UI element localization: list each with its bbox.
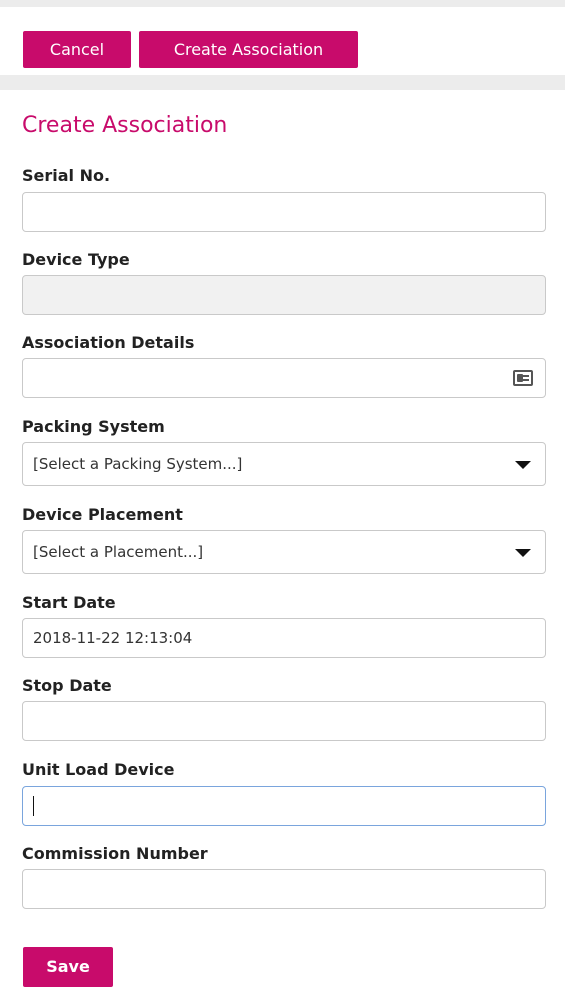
page-title: Create Association (22, 113, 228, 138)
serial-no-input[interactable] (22, 192, 546, 232)
start-date-label: Start Date (22, 593, 116, 612)
save-button[interactable]: Save (23, 947, 113, 987)
toolbar-separator (0, 75, 565, 90)
stop-date-label: Stop Date (22, 676, 112, 695)
packing-system-select[interactable]: [Select a Packing System...] (22, 442, 546, 486)
association-details-label: Association Details (22, 333, 195, 352)
unit-load-device-label: Unit Load Device (22, 760, 175, 779)
text-cursor (33, 796, 34, 816)
stop-date-input[interactable] (22, 701, 546, 741)
device-type-input (22, 275, 546, 315)
cancel-button[interactable]: Cancel (23, 31, 131, 68)
caret-down-icon (515, 549, 531, 557)
packing-system-label: Packing System (22, 417, 165, 436)
device-placement-label: Device Placement (22, 505, 183, 524)
create-association-button[interactable]: Create Association (139, 31, 358, 68)
unit-load-device-input[interactable] (22, 786, 546, 826)
id-card-icon[interactable] (513, 370, 533, 386)
commission-number-label: Commission Number (22, 844, 208, 863)
packing-system-selected: [Select a Packing System...] (33, 455, 243, 473)
device-type-label: Device Type (22, 250, 130, 269)
serial-no-label: Serial No. (22, 166, 111, 185)
device-placement-select[interactable]: [Select a Placement...] (22, 530, 546, 574)
start-date-input[interactable]: 2018-11-22 12:13:04 (22, 618, 546, 658)
association-details-input[interactable] (22, 358, 546, 398)
commission-number-input[interactable] (22, 869, 546, 909)
top-strip (0, 0, 565, 7)
caret-down-icon (515, 461, 531, 469)
toolbar: Cancel Create Association (0, 7, 565, 75)
device-placement-selected: [Select a Placement...] (33, 543, 204, 561)
